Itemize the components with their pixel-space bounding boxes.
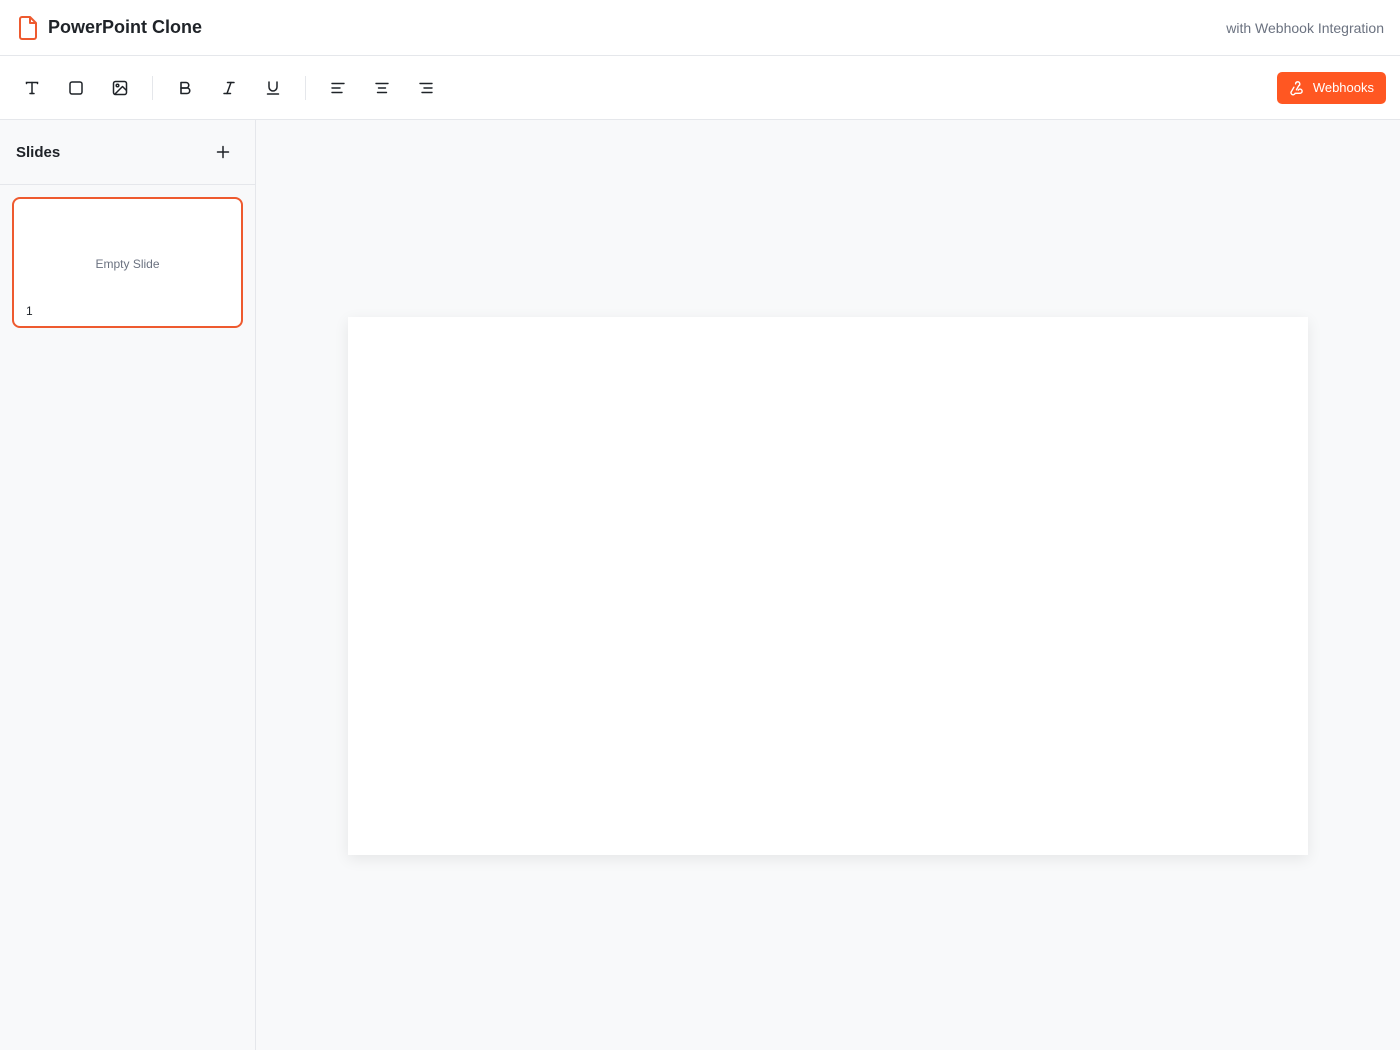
slides-sidebar: Slides Empty Slide 1 [0,120,256,1050]
plus-icon [216,145,230,159]
align-left-icon [330,80,346,96]
canvas-area [256,120,1400,1050]
sidebar-title: Slides [16,143,61,161]
image-tool-button[interactable] [102,70,138,106]
add-slide-button[interactable] [207,136,239,168]
align-left-button[interactable] [320,70,356,106]
text-icon [24,80,40,96]
italic-button[interactable] [211,70,247,106]
slide-canvas[interactable] [348,317,1308,855]
underline-button[interactable] [255,70,291,106]
toolbar-divider [305,75,306,100]
slide-list: Empty Slide 1 [0,185,255,340]
document-icon [18,15,38,40]
app-subtitle: with Webhook Integration [1226,19,1384,36]
underline-icon [265,80,281,96]
shape-tool-button[interactable] [58,70,94,106]
italic-icon [221,80,237,96]
webhooks-button-label: Webhooks [1312,80,1374,95]
text-tool-button[interactable] [14,70,50,106]
image-icon [112,80,128,96]
toolbar: Webhooks [0,56,1400,120]
webhook-icon [1289,80,1305,96]
align-center-button[interactable] [364,70,400,106]
slide-thumbnail-number: 1 [26,304,33,318]
sidebar-header: Slides [0,120,255,185]
app-title: PowerPoint Clone [48,17,203,37]
square-icon [68,80,84,96]
toolbar-divider [152,75,153,100]
title-bar: PowerPoint Clone with Webhook Integratio… [0,0,1400,56]
slide-thumbnail[interactable]: Empty Slide 1 [12,197,243,328]
slide-thumbnail-label: Empty Slide [95,256,160,271]
bold-icon [177,80,193,96]
bold-button[interactable] [167,70,203,106]
align-right-button[interactable] [408,70,444,106]
webhooks-button[interactable]: Webhooks [1276,71,1386,104]
align-center-icon [374,80,390,96]
align-right-icon [418,80,434,96]
